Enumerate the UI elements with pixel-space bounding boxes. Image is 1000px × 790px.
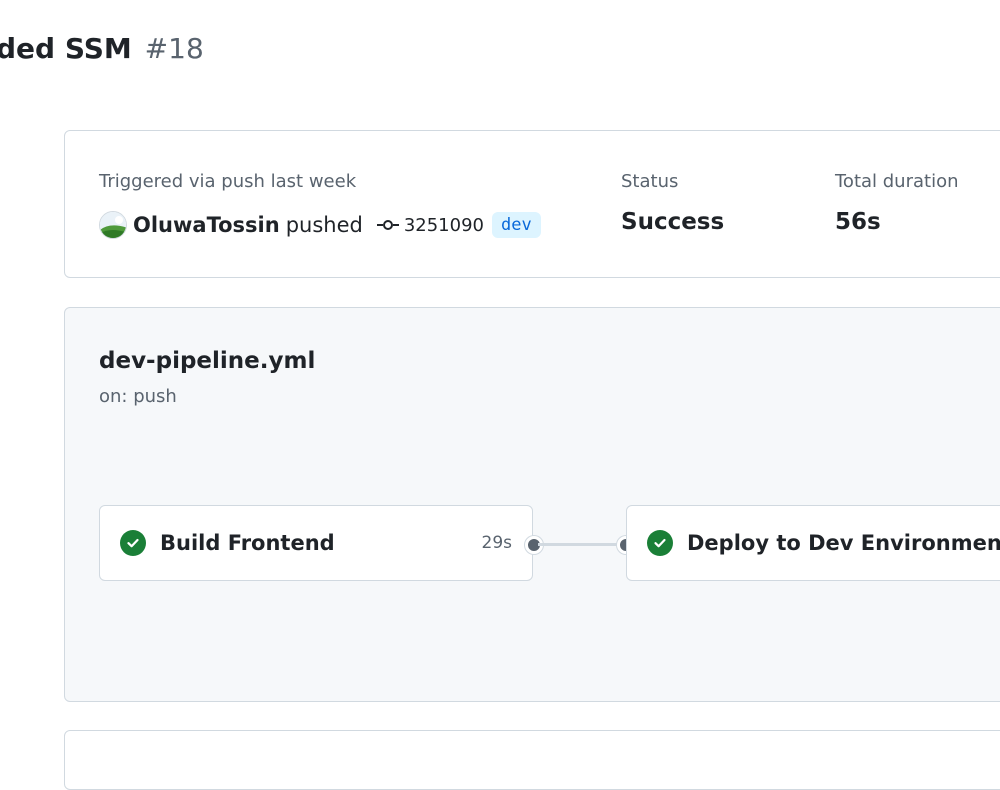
job-dependency-connector xyxy=(538,543,626,546)
annotations-card xyxy=(64,730,1000,790)
check-circle-fill-icon xyxy=(647,530,673,556)
push-verb: pushed xyxy=(285,213,363,237)
git-commit-icon xyxy=(376,218,399,232)
job-name: Build Frontend xyxy=(160,531,335,555)
commit-sha-link[interactable]: 3251090 xyxy=(404,215,484,236)
duration-label: Total duration xyxy=(835,171,959,192)
job-deploy-dev[interactable]: Deploy to Dev Environment xyxy=(626,505,1000,581)
avatar[interactable] xyxy=(99,211,127,239)
run-number: #18 xyxy=(144,32,204,65)
trigger-details: OluwaTossin pushed 3251090 dev xyxy=(99,211,541,239)
job-build-frontend[interactable]: Build Frontend 29s xyxy=(99,505,533,581)
duration-value: 56s xyxy=(835,209,881,235)
trigger-label: Triggered via push last week xyxy=(99,171,357,192)
workflow-run-title: ded SSM xyxy=(0,32,132,65)
workflow-graph-card: dev-pipeline.yml on: push Build Frontend… xyxy=(64,307,1000,702)
workflow-trigger: on: push xyxy=(99,386,177,407)
status-label: Status xyxy=(621,171,679,192)
page-title: ded SSM #18 xyxy=(0,32,204,65)
run-summary-card: Triggered via push last week OluwaTossin… xyxy=(64,130,1000,278)
branch-badge[interactable]: dev xyxy=(492,212,541,238)
workflow-file-name[interactable]: dev-pipeline.yml xyxy=(99,348,315,374)
job-name: Deploy to Dev Environment xyxy=(687,531,1000,555)
job-duration: 29s xyxy=(481,533,513,553)
check-circle-fill-icon xyxy=(120,530,146,556)
status-value: Success xyxy=(621,209,725,235)
actor-link[interactable]: OluwaTossin xyxy=(133,213,280,237)
